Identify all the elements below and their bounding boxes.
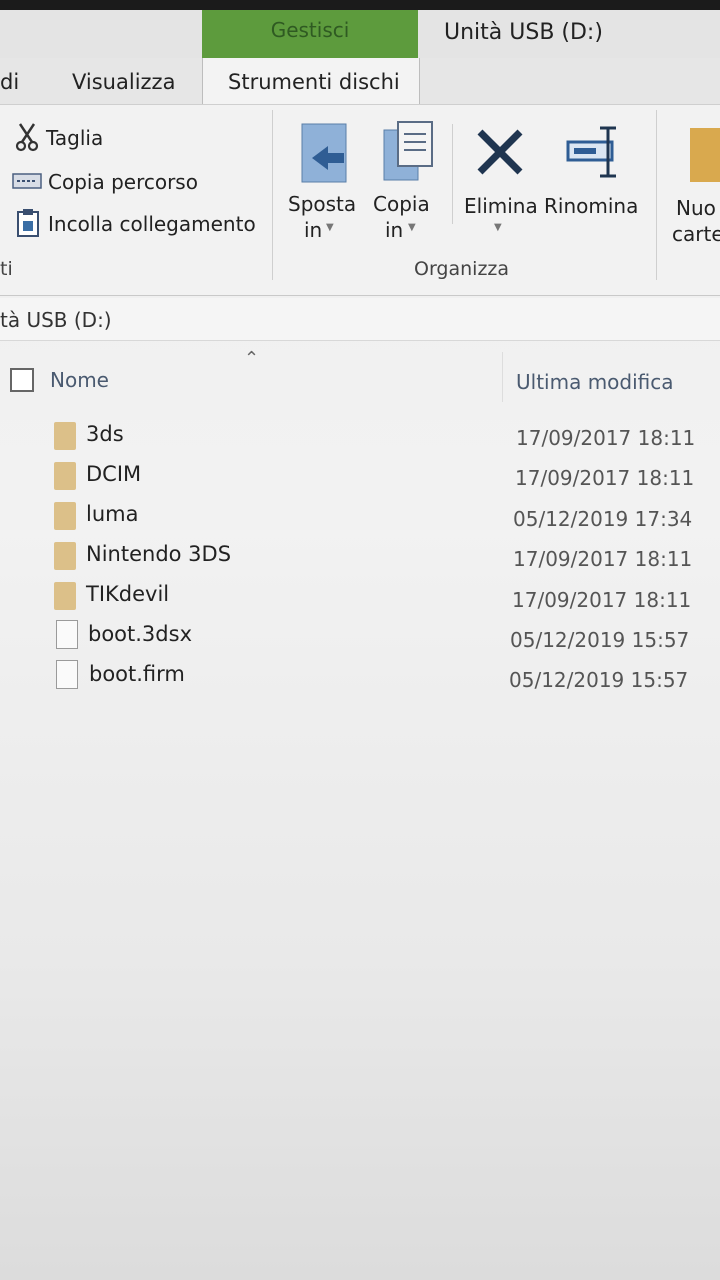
- file-name: 3ds: [86, 422, 124, 446]
- sort-ascending-icon: ⌃: [244, 348, 260, 369]
- move-to-icon: [298, 122, 354, 184]
- ribbon-separator: [272, 110, 273, 280]
- copia-in-label-2: in: [385, 218, 404, 242]
- list-item[interactable]: boot.firm 05/12/2019 15:57: [0, 658, 700, 696]
- file-icon: [56, 660, 78, 689]
- column-header-ultima-modifica[interactable]: Ultima modifica: [516, 370, 674, 394]
- group-label-appunti: ti: [0, 258, 13, 280]
- sposta-dropdown-icon[interactable]: ▼: [326, 222, 334, 233]
- folder-icon: [54, 582, 76, 610]
- column-divider[interactable]: [502, 352, 503, 402]
- copy-path-icon: [12, 172, 42, 190]
- file-name: DCIM: [86, 462, 142, 486]
- file-name: boot.3dsx: [88, 622, 192, 646]
- elimina-dropdown-icon[interactable]: ▼: [494, 222, 502, 233]
- folder-icon: [54, 422, 76, 450]
- ribbon-separator: [656, 110, 657, 280]
- list-item[interactable]: luma 05/12/2019 17:34: [0, 498, 700, 536]
- new-folder-icon: [690, 128, 720, 182]
- file-date: 17/09/2017 18:11: [515, 466, 695, 490]
- address-path: tà USB (D:): [0, 308, 112, 332]
- delete-icon: [474, 126, 526, 178]
- sposta-in-label-2: in: [304, 218, 323, 242]
- file-name: Nintendo 3DS: [86, 542, 232, 566]
- copy-to-icon: [380, 120, 436, 182]
- file-icon: [56, 620, 78, 649]
- group-label-organizza: Organizza: [414, 258, 510, 280]
- rinomina-button[interactable]: Rinomina: [544, 194, 638, 218]
- folder-icon: [54, 462, 76, 490]
- ribbon-separator: [452, 124, 453, 224]
- list-item[interactable]: boot.3dsx 05/12/2019 15:57: [0, 618, 700, 656]
- context-tab-gestisci-label: Gestisci: [270, 18, 350, 42]
- rename-icon: [566, 124, 626, 180]
- copia-dropdown-icon[interactable]: ▼: [408, 222, 416, 233]
- file-date: 17/09/2017 18:11: [512, 588, 692, 612]
- file-name: boot.firm: [89, 662, 185, 686]
- file-date: 17/09/2017 18:11: [516, 426, 696, 450]
- tab-visualizza[interactable]: Visualizza: [72, 70, 175, 94]
- paste-shortcut-icon: [16, 208, 40, 238]
- elimina-button[interactable]: Elimina: [464, 194, 538, 218]
- file-date: 05/12/2019 17:34: [513, 507, 693, 531]
- list-item[interactable]: TIKdevil 17/09/2017 18:11: [0, 578, 700, 616]
- file-name: luma: [86, 502, 139, 526]
- incolla-collegamento-button[interactable]: Incolla collegamento: [48, 212, 256, 236]
- file-date: 17/09/2017 18:11: [513, 547, 693, 571]
- list-item[interactable]: Nintendo 3DS 17/09/2017 18:11: [0, 538, 700, 576]
- select-all-checkbox[interactable]: [10, 368, 34, 392]
- nuova-cartella-button[interactable]: Nuo: [676, 196, 716, 220]
- folder-icon: [54, 502, 76, 530]
- file-date: 05/12/2019 15:57: [510, 628, 690, 652]
- copia-in-label[interactable]: Copia: [373, 192, 430, 216]
- sposta-in-label[interactable]: Sposta: [288, 192, 356, 216]
- top-edge: [0, 0, 720, 10]
- tab-condividi[interactable]: di: [0, 70, 19, 94]
- file-date: 05/12/2019 15:57: [509, 668, 689, 692]
- taglia-button[interactable]: Taglia: [46, 126, 103, 150]
- list-item[interactable]: DCIM 17/09/2017 18:11: [0, 458, 700, 496]
- tab-strumenti-dischi[interactable]: Strumenti dischi: [228, 70, 400, 94]
- copia-percorso-button[interactable]: Copia percorso: [48, 170, 198, 194]
- column-header-nome[interactable]: Nome: [50, 368, 109, 392]
- nuova-cartella-label-2: carte: [672, 222, 720, 246]
- list-item[interactable]: 3ds 17/09/2017 18:11: [0, 418, 700, 456]
- file-name: TIKdevil: [86, 582, 170, 606]
- folder-icon: [54, 542, 76, 570]
- cut-icon: [14, 122, 40, 152]
- window-title: Unità USB (D:): [444, 20, 603, 45]
